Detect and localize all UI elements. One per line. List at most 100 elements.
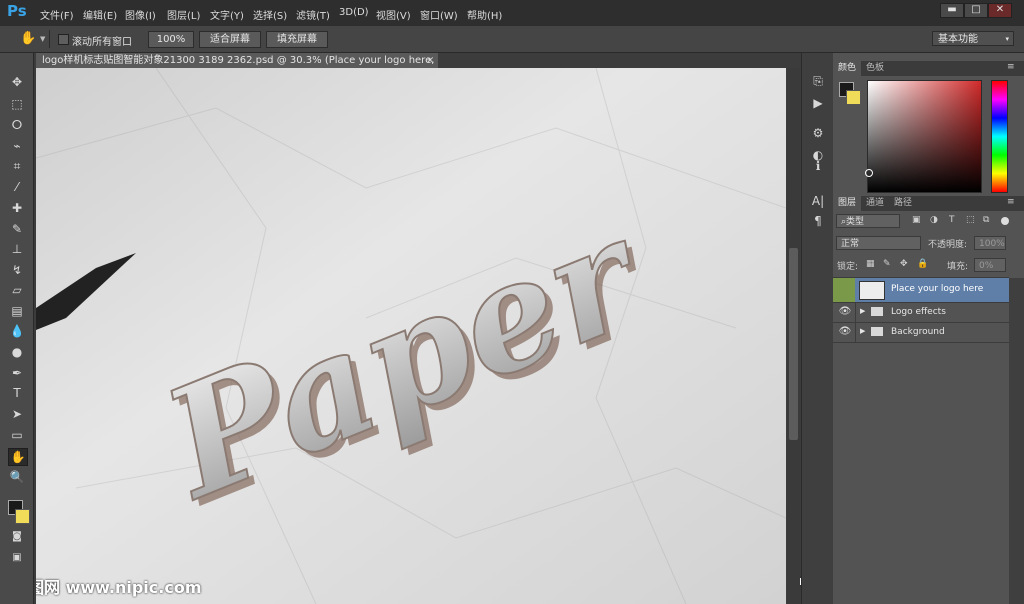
background-color-swatch[interactable] [15, 509, 30, 524]
menu-type[interactable]: 文字(Y) [210, 7, 244, 22]
filter-type-icon[interactable]: T [949, 215, 955, 225]
fit-screen-button[interactable]: 适合屏幕 [199, 31, 261, 48]
expand-arrow-icon[interactable]: ▶ [860, 327, 865, 335]
zoom-tool-icon[interactable]: 🔍 [8, 469, 26, 485]
eraser-tool-icon[interactable]: ▱ [8, 282, 26, 298]
gradient-tool-icon[interactable]: ▤ [8, 303, 26, 319]
filter-smart-object-icon[interactable]: ⧉ [983, 215, 989, 225]
move-tool-icon[interactable]: ✥ [8, 74, 26, 90]
eye-icon[interactable]: 👁 [838, 306, 852, 318]
paragraph-panel-icon[interactable]: ¶ [809, 213, 827, 229]
workspace-select[interactable]: 基本功能 ▾ [932, 31, 1014, 46]
scroll-all-checkbox[interactable] [58, 34, 69, 45]
lasso-tool-icon[interactable]: ⵔ [8, 117, 26, 133]
lock-label: 锁定: [837, 262, 859, 272]
menu-image[interactable]: 图像(I) [125, 7, 156, 22]
menu-edit[interactable]: 编辑(E) [83, 7, 117, 22]
hand-tool-icon[interactable]: ✋ [8, 448, 28, 466]
menu-select[interactable]: 选择(S) [253, 7, 287, 22]
rectangle-tool-icon[interactable]: ▭ [8, 427, 26, 443]
actions-panel-icon[interactable]: ▶ [809, 95, 827, 111]
menu-file[interactable]: 文件(F) [40, 7, 74, 22]
close-tab-icon[interactable]: × [426, 53, 434, 68]
lock-position-icon[interactable]: ✥ [900, 259, 908, 269]
path-selection-tool-icon[interactable]: ➤ [8, 406, 26, 422]
color-picker-cursor[interactable] [865, 169, 873, 177]
layer-row-logo-effects[interactable]: 👁 ▶ Logo effects [833, 303, 1009, 323]
menu-layer[interactable]: 图层(L) [167, 7, 200, 22]
tab-color[interactable]: 颜色 [833, 61, 862, 76]
menu-help[interactable]: 帮助(H) [467, 7, 502, 22]
right-panels: 颜色 色板 ≡ 图层 通道 路径 ≡ ⌕类型 ▣ ◑ T ⬚ ⧉ 正常 不透明度… [833, 53, 1024, 604]
blur-tool-icon[interactable]: 💧 [8, 323, 26, 339]
divider [49, 30, 50, 48]
folder-icon [871, 307, 883, 316]
menu-view[interactable]: 视图(V) [376, 7, 411, 22]
color-picker-field[interactable] [865, 80, 982, 193]
hand-tool-icon[interactable]: ✋ [20, 31, 36, 46]
character-panel-icon[interactable]: A| [809, 193, 827, 209]
layers-scrollbar[interactable] [1009, 278, 1024, 604]
blend-mode-select[interactable]: 正常 [836, 236, 921, 250]
layer-row-place-logo[interactable]: Place your logo here [833, 278, 1009, 303]
fill-label: 填充: [947, 262, 969, 272]
history-panel-icon[interactable]: ⎘ [809, 73, 827, 89]
color-panel-tabs: 颜色 色板 ≡ [833, 61, 1024, 76]
vertical-scrollbar[interactable] [787, 68, 800, 604]
document-canvas[interactable]: Paper Paper 昵图网 www.nipic.com [36, 68, 786, 604]
tab-layers[interactable]: 图层 [833, 196, 862, 211]
filter-shape-icon[interactable]: ⬚ [966, 215, 975, 225]
lock-all-icon[interactable]: 🔒 [917, 259, 928, 269]
tool-preset-chevron-icon[interactable]: ▼ [40, 35, 45, 43]
tab-channels[interactable]: 通道 [861, 196, 889, 211]
divider [855, 303, 856, 322]
filter-pixel-icon[interactable]: ▣ [912, 215, 921, 225]
tab-swatches[interactable]: 色板 [861, 61, 889, 76]
panel-menu-icon[interactable]: ≡ [1007, 197, 1015, 207]
panel-dock-icons: ⎘ ▶ ⚙ ◐ ℹ A| ¶ [801, 53, 834, 604]
layer-row-background[interactable]: 👁 ▶ Background [833, 323, 1009, 343]
type-tool-icon[interactable]: T [8, 385, 26, 401]
hue-slider[interactable] [991, 80, 1008, 193]
fill-screen-button[interactable]: 填充屏幕 [266, 31, 328, 48]
screen-mode-icon[interactable]: ▣ [8, 550, 26, 566]
expand-arrow-icon[interactable]: ▶ [860, 307, 865, 315]
opacity-field[interactable]: 100% [974, 236, 1006, 250]
minimize-button[interactable]: ▬ [940, 3, 964, 18]
crop-tool-icon[interactable]: ⌗ [8, 158, 26, 174]
eye-icon[interactable]: 👁 [838, 326, 852, 338]
menu-filter[interactable]: 滤镜(T) [296, 7, 330, 22]
layer-visibility-cell[interactable] [833, 278, 855, 302]
scrollbar-thumb[interactable] [789, 248, 798, 440]
healing-brush-tool-icon[interactable]: ✚ [8, 200, 26, 216]
lock-transparent-icon[interactable]: ▦ [866, 259, 875, 269]
dodge-tool-icon[interactable]: ● [8, 344, 26, 360]
blend-mode-value: 正常 [841, 239, 860, 249]
marquee-tool-icon[interactable]: ⬚ [8, 96, 26, 112]
history-brush-tool-icon[interactable]: ↯ [8, 262, 26, 278]
chevron-down-icon: ▾ [1005, 35, 1009, 43]
panel-menu-icon[interactable]: ≡ [1007, 62, 1015, 72]
layer-name: Logo effects [891, 307, 946, 317]
document-tab[interactable]: logo样机标志贴图智能对象21300 3189 2362.psd @ 30.3… [36, 53, 438, 68]
zoom-100-button[interactable]: 100% [148, 31, 194, 48]
menu-window[interactable]: 窗口(W) [420, 7, 458, 22]
filter-toggle-icon[interactable] [1001, 217, 1009, 225]
menu-3d[interactable]: 3D(D) [339, 7, 369, 18]
pen-tool-icon[interactable]: ✒ [8, 365, 26, 381]
layer-filter-select[interactable]: ⌕类型 [836, 214, 900, 228]
eyedropper-tool-icon[interactable]: ⁄ [8, 179, 26, 195]
restore-button[interactable]: □ [964, 3, 988, 18]
quick-mask-icon[interactable]: ◙ [8, 529, 26, 545]
properties-panel-icon[interactable]: ⚙ [809, 125, 827, 141]
filter-adjustment-icon[interactable]: ◑ [930, 215, 938, 225]
clone-stamp-tool-icon[interactable]: ⊥ [8, 241, 26, 257]
info-panel-icon[interactable]: ℹ [809, 158, 827, 174]
quick-selection-tool-icon[interactable]: ⌁ [8, 138, 26, 154]
brush-tool-icon[interactable]: ✎ [8, 221, 26, 237]
color-bg-swatch[interactable] [846, 90, 861, 105]
close-button[interactable]: ✕ [988, 3, 1012, 18]
tab-paths[interactable]: 路径 [889, 196, 917, 211]
fill-field[interactable]: 0% [974, 258, 1006, 272]
lock-pixels-icon[interactable]: ✎ [883, 259, 891, 269]
